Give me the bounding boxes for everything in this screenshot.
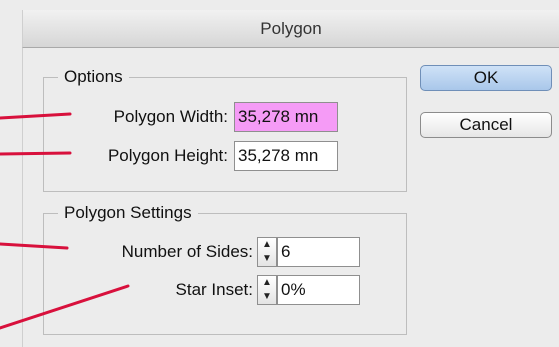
window-title: Polygon — [260, 19, 322, 38]
polygon-width-field[interactable]: 35,278 mn — [234, 102, 338, 132]
window-titlebar: Polygon — [22, 10, 559, 48]
polygon-settings-legend: Polygon Settings — [58, 203, 198, 223]
number-of-sides-field[interactable]: 6 — [277, 237, 360, 267]
polygon-height-label: Polygon Height: — [107, 146, 228, 165]
star-inset-label: Star Inset: — [175, 280, 253, 299]
stepper-up-icon[interactable]: ▲ — [258, 276, 276, 290]
polygon-settings-group: Polygon Settings — [43, 203, 407, 335]
polygon-width-label: Polygon Width: — [113, 107, 228, 126]
number-of-sides-label: Number of Sides: — [121, 242, 253, 261]
options-legend: Options — [58, 67, 129, 87]
options-group: Options — [43, 67, 407, 192]
stepper-up-icon[interactable]: ▲ — [258, 238, 276, 252]
ok-button[interactable]: OK — [420, 65, 552, 91]
number-of-sides-stepper[interactable]: ▲ ▼ — [257, 237, 277, 267]
polygon-height-field[interactable]: 35,278 mn — [234, 141, 338, 171]
stepper-down-icon[interactable]: ▼ — [258, 290, 276, 304]
star-inset-stepper[interactable]: ▲ ▼ — [257, 275, 277, 305]
star-inset-field[interactable]: 0% — [277, 275, 360, 305]
cancel-button[interactable]: Cancel — [420, 112, 552, 138]
polygon-dialog: Options Polygon Width: 35,278 mn Polygon… — [22, 48, 559, 347]
stepper-down-icon[interactable]: ▼ — [258, 252, 276, 266]
